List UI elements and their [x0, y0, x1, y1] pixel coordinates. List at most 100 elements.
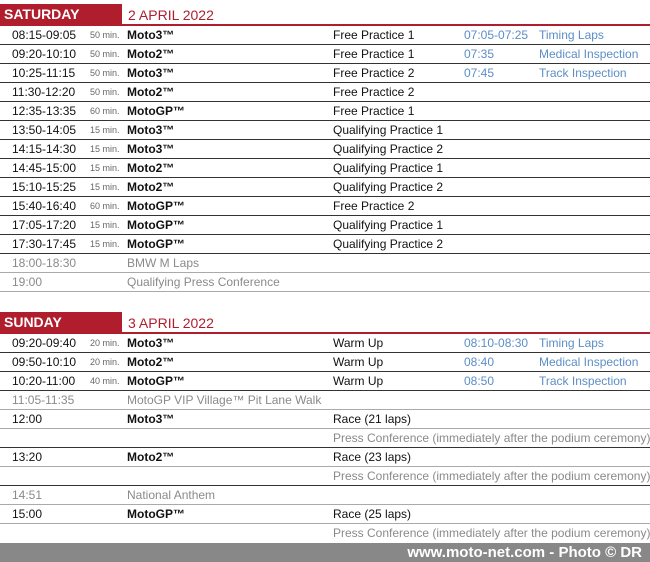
class-cell: Moto3™	[127, 28, 175, 42]
duration-cell: 60 min.	[90, 201, 120, 211]
time-cell: 11:05-11:35	[12, 393, 75, 407]
time-cell: 18:00-18:30	[12, 256, 77, 270]
extra-label-cell: Timing Laps	[539, 336, 604, 350]
duration-cell: 40 min.	[90, 376, 120, 386]
saturday-section: SATURDAY 2 APRIL 2022 08:15-09:05 50 min.…	[0, 4, 650, 292]
schedule-row: 15:10-15:25 15 min. Moto2™ Qualifying Pract…	[0, 178, 650, 197]
class-cell: Moto2™	[127, 85, 175, 99]
time-cell: 17:05-17:20	[12, 218, 77, 232]
session-cell: Qualifying Practice 2	[333, 142, 444, 156]
class-cell: Moto2™	[127, 450, 175, 464]
class-cell: Moto3™	[127, 123, 175, 137]
time-cell: 10:20-11:00	[12, 374, 76, 388]
time-cell: 13:50-14:05	[12, 123, 77, 137]
time-cell: 12:35-13:35	[12, 104, 77, 118]
session-cell: Qualifying Practice 1	[333, 218, 444, 232]
session-cell: Free Practice 2	[333, 66, 415, 80]
class-cell: MotoGP™	[127, 237, 185, 251]
press-conference-row: Press Conference (immediately after the …	[0, 428, 650, 448]
duration-cell: 50 min.	[90, 68, 120, 78]
extra-label-cell: Timing Laps	[539, 28, 604, 42]
class-cell: MotoGP™	[127, 507, 185, 521]
time-cell: 11:30-12:20	[12, 85, 76, 99]
race-row: 13:20 Moto2™ Race (23 laps)	[0, 448, 650, 466]
extra-time-cell: 08:50	[464, 374, 495, 388]
day-label: SUNDAY	[0, 312, 122, 332]
time-cell: 19:00	[12, 275, 43, 289]
extra-time-cell: 07:05-07:25	[464, 28, 529, 42]
race-row: 15:00 MotoGP™ Race (25 laps)	[0, 505, 650, 523]
duration-cell: 15 min.	[90, 182, 120, 192]
session-cell: Free Practice 1	[333, 28, 415, 42]
event-cell: National Anthem	[127, 488, 216, 502]
note-cell: Press Conference (immediately after the …	[333, 526, 650, 540]
duration-cell: 20 min.	[90, 357, 120, 367]
session-cell: Free Practice 2	[333, 199, 415, 213]
schedule-row: 10:20-11:00 40 min. MotoGP™ Warm Up 08:50 Tra…	[0, 372, 650, 391]
class-cell: Moto3™	[127, 66, 175, 80]
session-cell: Race (23 laps)	[333, 450, 412, 464]
time-cell: 14:45-15:00	[12, 161, 77, 175]
time-cell: 09:20-10:10	[12, 47, 77, 61]
duration-cell: 15 min.	[90, 144, 120, 154]
schedule-row: 09:50-10:10 20 min. Moto2™ Warm Up 08:40 Medi…	[0, 353, 650, 372]
session-cell: Free Practice 1	[333, 104, 415, 118]
schedule-row: 14:45-15:00 15 min. Moto2™ Qualifying Pract…	[0, 159, 650, 178]
time-cell: 10:25-11:15	[12, 66, 76, 80]
extra-label-cell: Track Inspection	[539, 66, 627, 80]
class-cell: MotoGP™	[127, 199, 185, 213]
schedule-row: 11:30-12:20 50 min. Moto2™ Free Practice 2	[0, 83, 650, 102]
extra-time-cell: 08:40	[464, 355, 495, 369]
time-cell: 14:15-14:30	[12, 142, 77, 156]
time-cell: 08:15-09:05	[12, 28, 77, 42]
extra-label-cell: Track Inspection	[539, 374, 627, 388]
sunday-schedule: 09:20-09:40 20 min. Moto3™ Warm Up 08:10-08:…	[0, 334, 650, 410]
time-cell: 17:30-17:45	[12, 237, 77, 251]
session-cell: Qualifying Practice 1	[333, 123, 444, 137]
duration-cell: 50 min.	[90, 49, 120, 59]
extra-label-cell: Medical Inspection	[539, 47, 639, 61]
time-cell: 09:20-09:40	[12, 336, 77, 350]
class-cell: Moto2™	[127, 161, 175, 175]
extra-label-cell: Medical Inspection	[539, 355, 639, 369]
sunday-header: SUNDAY 3 APRIL 2022	[0, 312, 650, 334]
day-label: SATURDAY	[0, 4, 122, 24]
session-cell: Free Practice 2	[333, 85, 415, 99]
duration-cell: 15 min.	[90, 163, 120, 173]
class-cell: MotoGP VIP Village™ Pit Lane Walk	[127, 393, 322, 407]
time-cell: 15:40-16:40	[12, 199, 77, 213]
session-cell: Qualifying Practice 2	[333, 237, 444, 251]
class-cell: MotoGP™	[127, 218, 185, 232]
time-cell: 13:20	[12, 450, 43, 464]
time-cell: 15:00	[12, 507, 43, 521]
press-conference-row: Press Conference (immediately after the …	[0, 523, 650, 542]
class-cell: Moto2™	[127, 47, 175, 61]
duration-cell: 15 min.	[90, 239, 120, 249]
class-cell: Moto3™	[127, 142, 175, 156]
session-cell: Race (25 laps)	[333, 507, 412, 521]
class-cell: Moto3™	[127, 412, 175, 426]
class-cell: BMW M Laps	[127, 256, 200, 270]
saturday-header: SATURDAY 2 APRIL 2022	[0, 4, 650, 26]
duration-cell: 15 min.	[90, 125, 120, 135]
footer-banner: www.moto-net.com - Photo © DR	[0, 543, 650, 562]
class-cell: MotoGP™	[127, 374, 185, 388]
duration-cell: 20 min.	[90, 338, 120, 348]
duration-cell: 50 min.	[90, 87, 120, 97]
footer-credit: www.moto-net.com - Photo © DR	[407, 544, 642, 561]
extra-time-cell: 07:45	[464, 66, 495, 80]
session-cell: Warm Up	[333, 355, 384, 369]
duration-cell: 50 min.	[90, 30, 120, 40]
time-cell: 09:50-10:10	[12, 355, 77, 369]
extra-time-cell: 08:10-08:30	[464, 336, 529, 350]
event-row: 11:05-11:35 MotoGP VIP Village™ Pit Lane …	[0, 391, 650, 410]
time-cell: 12:00	[12, 412, 43, 426]
schedule-row: 08:15-09:05 50 min. Moto3™ Free Practice 1 0…	[0, 26, 650, 45]
schedule-row: 15:40-16:40 60 min. MotoGP™ Free Practice 2	[0, 197, 650, 216]
schedule-row: 17:30-17:45 15 min. MotoGP™ Qualifying Prac…	[0, 235, 650, 254]
duration-cell: 15 min.	[90, 220, 120, 230]
schedule-row: 13:50-14:05 15 min. Moto3™ Qualifying Pract…	[0, 121, 650, 140]
sunday-section: SUNDAY 3 APRIL 2022 09:20-09:40 20 min. Mo…	[0, 312, 650, 542]
schedule-row: 09:20-10:10 50 min. Moto2™ Free Practice 1 0…	[0, 45, 650, 64]
race-row: 12:00 Moto3™ Race (21 laps)	[0, 410, 650, 428]
